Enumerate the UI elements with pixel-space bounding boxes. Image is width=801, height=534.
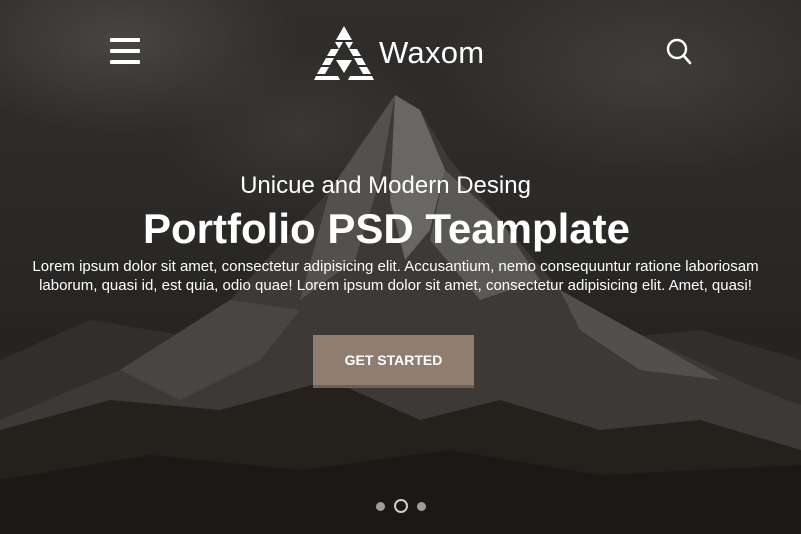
logo-text: Waxom — [379, 35, 485, 70]
logo-triangle-icon — [314, 26, 374, 80]
slider-dots — [376, 499, 426, 513]
hero-subtitle: Unicue and Modern Desing — [240, 172, 531, 199]
menu-bar — [110, 38, 140, 42]
get-started-button[interactable]: GET STARTED — [313, 335, 474, 385]
slider-dot[interactable] — [417, 501, 426, 511]
menu-bar — [110, 49, 140, 53]
slider-dot-active[interactable] — [394, 499, 408, 513]
search-icon[interactable] — [666, 38, 692, 66]
hamburger-menu-icon[interactable] — [110, 38, 140, 64]
logo[interactable]: Waxom — [313, 25, 484, 81]
menu-bar — [110, 60, 140, 64]
hero-title: Portfolio PSD Teamplate — [143, 205, 630, 252]
hero-description: Lorem ipsum dolor sit amet, consectetur … — [32, 258, 759, 294]
slider-dot[interactable] — [376, 501, 385, 511]
